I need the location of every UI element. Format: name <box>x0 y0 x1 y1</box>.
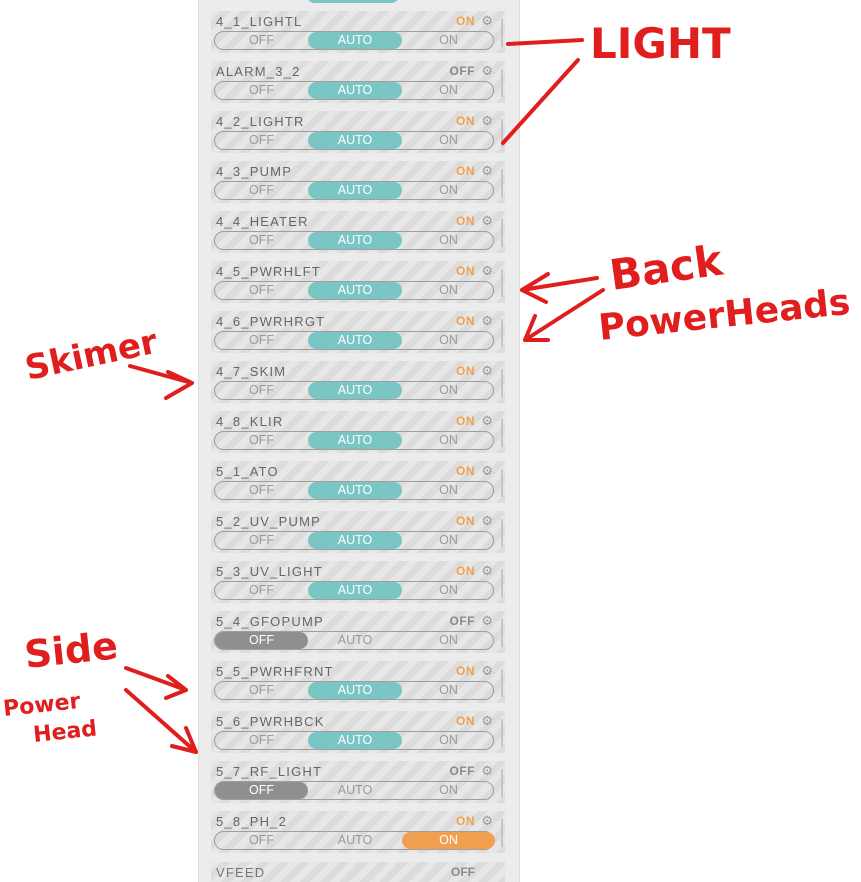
annotation-side: Side <box>22 623 119 677</box>
light-pointer-line <box>506 38 584 46</box>
light-pointer-line <box>501 58 580 145</box>
annotation-head: Head <box>32 716 98 748</box>
handwritten-annotations: LIGHT Back PowerHeads Skimer Side Power … <box>2 19 852 754</box>
annotation-skimmer: Skimer <box>22 322 162 389</box>
side-arrow <box>124 688 198 754</box>
back-arrow <box>520 272 599 304</box>
annotation-back: Back <box>607 235 727 299</box>
annotation-power: Power <box>2 689 82 722</box>
side-arrow <box>124 666 188 700</box>
annotation-light: LIGHT <box>590 19 731 68</box>
skimmer-arrow <box>128 364 194 400</box>
